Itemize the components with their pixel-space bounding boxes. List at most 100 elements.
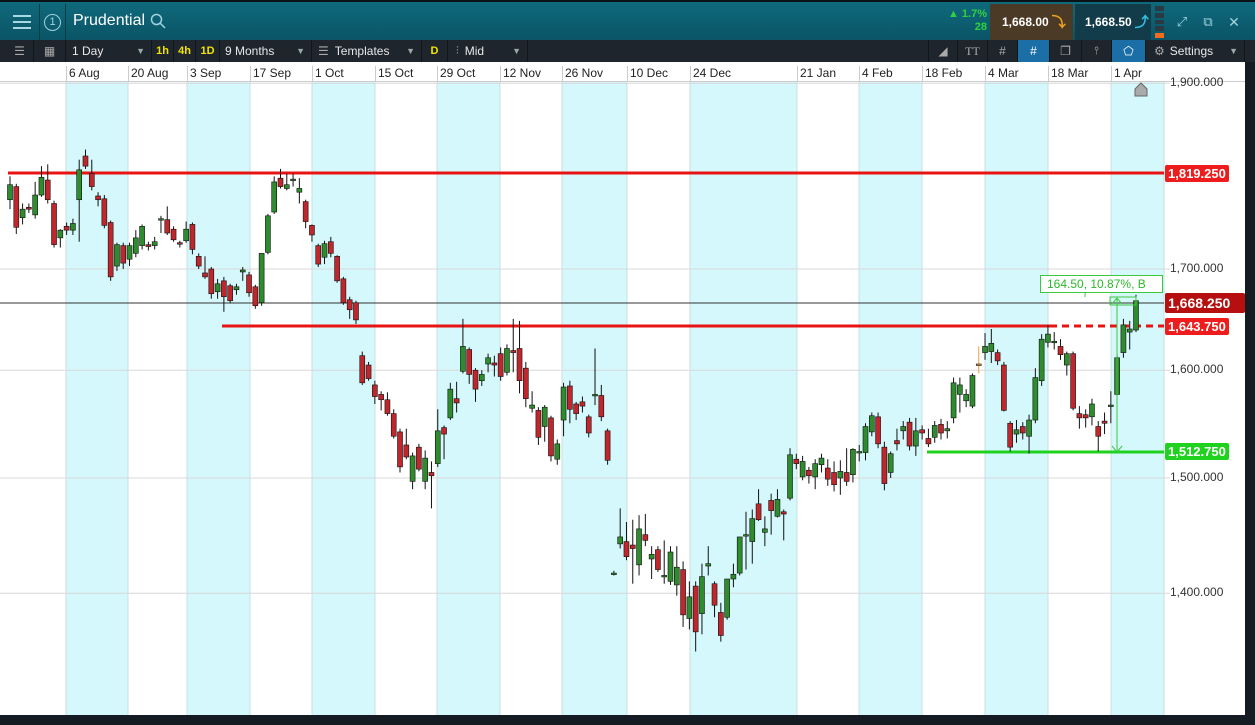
templates-label: Templates [334, 44, 390, 58]
candle-up [762, 528, 768, 533]
candle-down [875, 416, 881, 445]
current-price-tag: 1,668.250 [1165, 293, 1245, 313]
candle-up [862, 426, 869, 453]
candle-up [133, 237, 139, 254]
candle-up [774, 499, 781, 517]
grid-pen-icon: # [1030, 44, 1037, 58]
candle-up [1126, 328, 1133, 333]
list-button[interactable]: ☰ [6, 40, 34, 62]
candle-down [516, 348, 523, 382]
popout-button[interactable]: ⧉ [1196, 4, 1220, 40]
candle-down [441, 427, 447, 435]
candle-up [151, 241, 158, 246]
candle-up [158, 218, 164, 221]
candle-up [485, 357, 491, 365]
candle-up [233, 286, 240, 291]
candle-up [554, 443, 561, 460]
layout-button[interactable]: ▦ [34, 40, 66, 62]
grid-layout-icon: ▦ [43, 44, 56, 58]
interval-select[interactable]: 1 Day ▼ [66, 40, 152, 62]
price-type-select[interactable]: ⫶ Mid ▼ [448, 40, 528, 62]
candle-up [982, 346, 988, 353]
hamburger-icon [12, 15, 31, 29]
candle-up [19, 208, 26, 219]
candle-down [894, 440, 900, 445]
candle-down [1057, 346, 1064, 355]
date-label: 15 Oct [375, 66, 413, 82]
instrument-name[interactable]: Prudential [73, 12, 145, 30]
candle-down [604, 430, 611, 461]
expand-button[interactable]: ⤢ [1170, 4, 1194, 40]
range-select[interactable]: 9 Months ▼ [220, 40, 312, 62]
snap-grid-button[interactable]: # [1018, 40, 1050, 62]
home-marker-icon[interactable] [1134, 82, 1148, 97]
signal-bars-icon [1155, 6, 1164, 38]
time-band [437, 82, 500, 715]
label-tool-button[interactable]: ⬠ [1112, 40, 1146, 62]
candle-up [265, 215, 271, 253]
candle-up [913, 430, 919, 447]
candle-down [390, 413, 397, 437]
candle-down [642, 534, 649, 541]
date-label: 29 Oct [437, 66, 475, 82]
chevron-down-icon: ▼ [136, 46, 145, 56]
chevron-down-icon: ▼ [1229, 46, 1238, 56]
candle-down [145, 244, 152, 247]
templates-select[interactable]: ☰ Templates ▼ [312, 40, 422, 62]
candle-up [560, 386, 567, 421]
grid-button[interactable]: # [988, 40, 1018, 62]
interval-4h[interactable]: 4h [174, 40, 196, 62]
up-arrow-icon: ⤴ [1134, 14, 1149, 30]
candle-up [592, 394, 598, 397]
price-chart[interactable] [0, 0, 1255, 725]
close-button[interactable]: ✕ [1222, 4, 1246, 40]
candle-up [818, 457, 825, 466]
candle-down [51, 203, 57, 245]
candle-down [346, 299, 353, 311]
drawing-tool-button[interactable]: ◢ [928, 40, 958, 62]
buy-button[interactable]: 1,668.50 ⤴ [1075, 4, 1151, 40]
up-triangle-icon: ▲ [947, 8, 959, 20]
candle-up [321, 243, 328, 258]
candle-up [944, 428, 951, 432]
candle-up [812, 463, 818, 478]
candle-up [283, 184, 290, 189]
candle-up [529, 404, 535, 409]
candle-down [1101, 420, 1108, 424]
candle-down [189, 224, 196, 250]
interval-1h[interactable]: 1h [152, 40, 174, 62]
candle-down [523, 367, 529, 399]
crosshair-button[interactable]: ⫯ [1082, 40, 1112, 62]
candle-down [925, 438, 932, 445]
candle-down [718, 612, 724, 636]
interval-value: 1 Day [72, 44, 104, 58]
d-button[interactable]: D [422, 40, 448, 62]
candle-down [63, 226, 70, 231]
candle-up [856, 451, 863, 454]
account-index-badge[interactable]: 1 [40, 4, 66, 40]
time-band [312, 82, 375, 715]
candle-down [309, 225, 315, 236]
candle-down [680, 569, 686, 616]
circled-number-icon: 1 [44, 13, 61, 31]
candle-down [44, 179, 51, 201]
trendline-icon: ◢ [938, 44, 948, 58]
tag-icon: ⬠ [1123, 44, 1134, 58]
interval-1d[interactable]: 1D [196, 40, 220, 62]
resistance-tag: 1,643.750 [1165, 318, 1229, 335]
sell-button[interactable]: 1,668.00 ⤵ [990, 4, 1073, 40]
measure-label: 164.50, 10.87%, B [1040, 275, 1163, 293]
candle-down [692, 585, 699, 633]
text-tool-button[interactable]: TT [958, 40, 988, 62]
candle-down [655, 549, 661, 570]
candle-down [101, 198, 108, 226]
candle-down [579, 401, 586, 407]
search-icon[interactable] [150, 13, 166, 34]
menu-button[interactable] [4, 4, 40, 40]
candle-down [82, 155, 89, 167]
settings-button[interactable]: ⚙ Settings ▼ [1146, 40, 1245, 62]
candle-down [302, 201, 309, 222]
layers-button[interactable]: ❐ [1050, 40, 1082, 62]
price-tick-label: 1,400.000 [1170, 585, 1224, 600]
date-label: 1 Oct [312, 66, 344, 82]
